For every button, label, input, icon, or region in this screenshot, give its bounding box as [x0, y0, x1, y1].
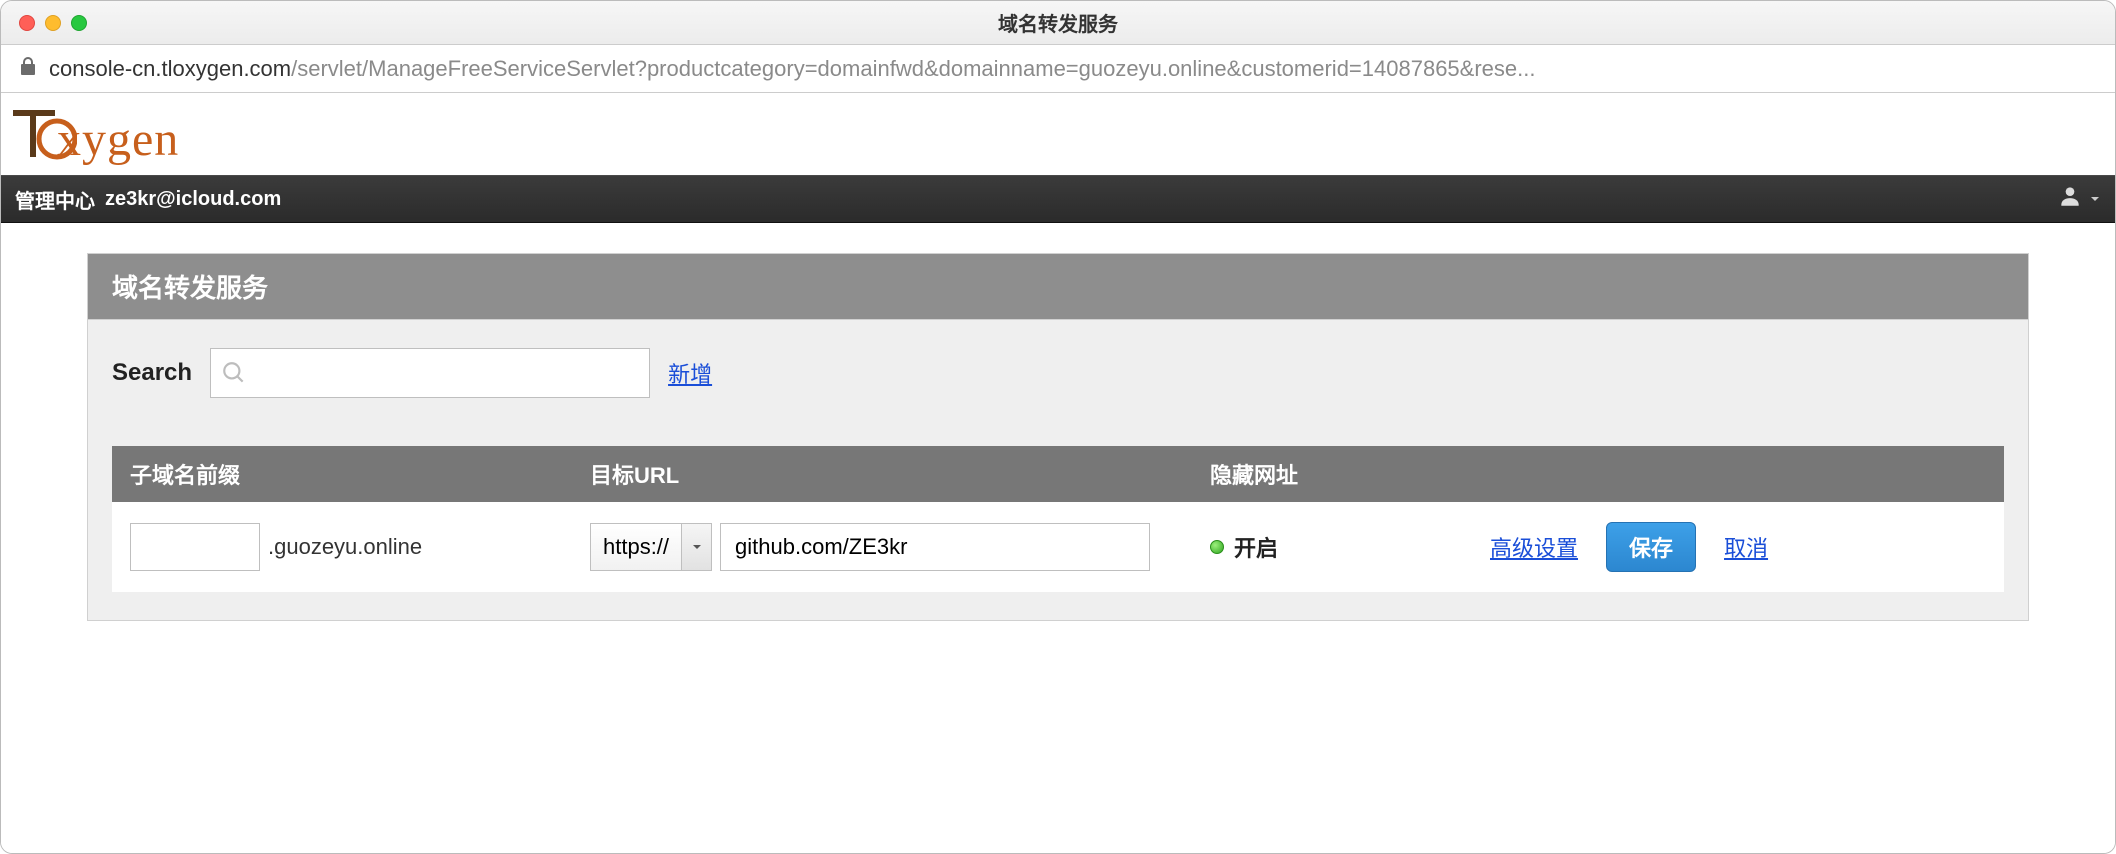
- close-window-button[interactable]: [19, 15, 35, 31]
- protocol-select[interactable]: https://: [590, 523, 712, 571]
- user-menu[interactable]: [2057, 183, 2101, 215]
- page-content: 域名转发服务 Search 新增 子域名前缀 目标URL 隐藏网址: [1, 223, 2115, 853]
- address-bar[interactable]: console-cn.tloxygen.com/servlet/ManageFr…: [1, 45, 2115, 93]
- url-path: /servlet/ManageFreeServiceServlet?produc…: [291, 56, 1535, 81]
- search-row: Search 新增: [112, 348, 2004, 398]
- forwarding-panel: 域名转发服务 Search 新增 子域名前缀 目标URL 隐藏网址: [87, 253, 2029, 621]
- cell-actions: 高级设置 保存 取消: [1472, 522, 2004, 572]
- chevron-down-icon: [2089, 188, 2101, 211]
- browser-window: 域名转发服务 console-cn.tloxygen.com/servlet/M…: [0, 0, 2116, 854]
- cell-target-url: https://: [572, 523, 1192, 571]
- advanced-settings-link[interactable]: 高级设置: [1490, 531, 1578, 563]
- hide-status-label: 开启: [1234, 531, 1278, 563]
- minimize-window-button[interactable]: [45, 15, 61, 31]
- forwarding-table: 子域名前缀 目标URL 隐藏网址 .guozeyu.online: [112, 446, 2004, 592]
- th-hide-url: 隐藏网址: [1192, 458, 1472, 490]
- cell-subdomain: .guozeyu.online: [112, 523, 572, 571]
- search-icon: [221, 360, 247, 386]
- save-button[interactable]: 保存: [1606, 522, 1696, 572]
- panel-body: Search 新增 子域名前缀 目标URL 隐藏网址: [88, 320, 2028, 620]
- titlebar: 域名转发服务: [1, 1, 2115, 45]
- lock-icon: [19, 56, 37, 82]
- chevron-down-icon: [681, 524, 711, 570]
- th-target-url: 目标URL: [572, 458, 1192, 490]
- window-title: 域名转发服务: [1, 8, 2115, 37]
- traffic-lights: [19, 15, 87, 31]
- search-label: Search: [112, 359, 192, 387]
- search-input[interactable]: [255, 349, 639, 397]
- url-text: console-cn.tloxygen.com/servlet/ManageFr…: [49, 56, 1535, 82]
- url-domain: console-cn.tloxygen.com: [49, 56, 291, 81]
- protocol-value: https://: [591, 534, 681, 560]
- table-header: 子域名前缀 目标URL 隐藏网址: [112, 446, 2004, 502]
- nav-label: 管理中心: [15, 185, 95, 214]
- cell-hide-url: 开启: [1192, 531, 1472, 563]
- th-subdomain: 子域名前缀: [112, 458, 572, 490]
- brand-logo[interactable]: xygen: [11, 107, 179, 167]
- search-box[interactable]: [210, 348, 650, 398]
- cancel-link[interactable]: 取消: [1724, 531, 1768, 563]
- domain-suffix: .guozeyu.online: [268, 534, 422, 560]
- target-url-input[interactable]: [720, 523, 1150, 571]
- avatar-icon: [2057, 183, 2083, 215]
- nav-email: ze3kr@icloud.com: [105, 188, 281, 211]
- add-link[interactable]: 新增: [668, 357, 712, 389]
- table-row: .guozeyu.online https://: [112, 502, 2004, 592]
- top-nav: 管理中心 ze3kr@icloud.com: [1, 175, 2115, 223]
- maximize-window-button[interactable]: [71, 15, 87, 31]
- subdomain-input[interactable]: [130, 523, 260, 571]
- logo-bar: xygen: [1, 93, 2115, 175]
- top-nav-left: 管理中心 ze3kr@icloud.com: [15, 185, 281, 214]
- status-indicator-icon: [1210, 540, 1224, 554]
- logo-mark-icon: [11, 107, 59, 155]
- panel-title: 域名转发服务: [88, 254, 2028, 320]
